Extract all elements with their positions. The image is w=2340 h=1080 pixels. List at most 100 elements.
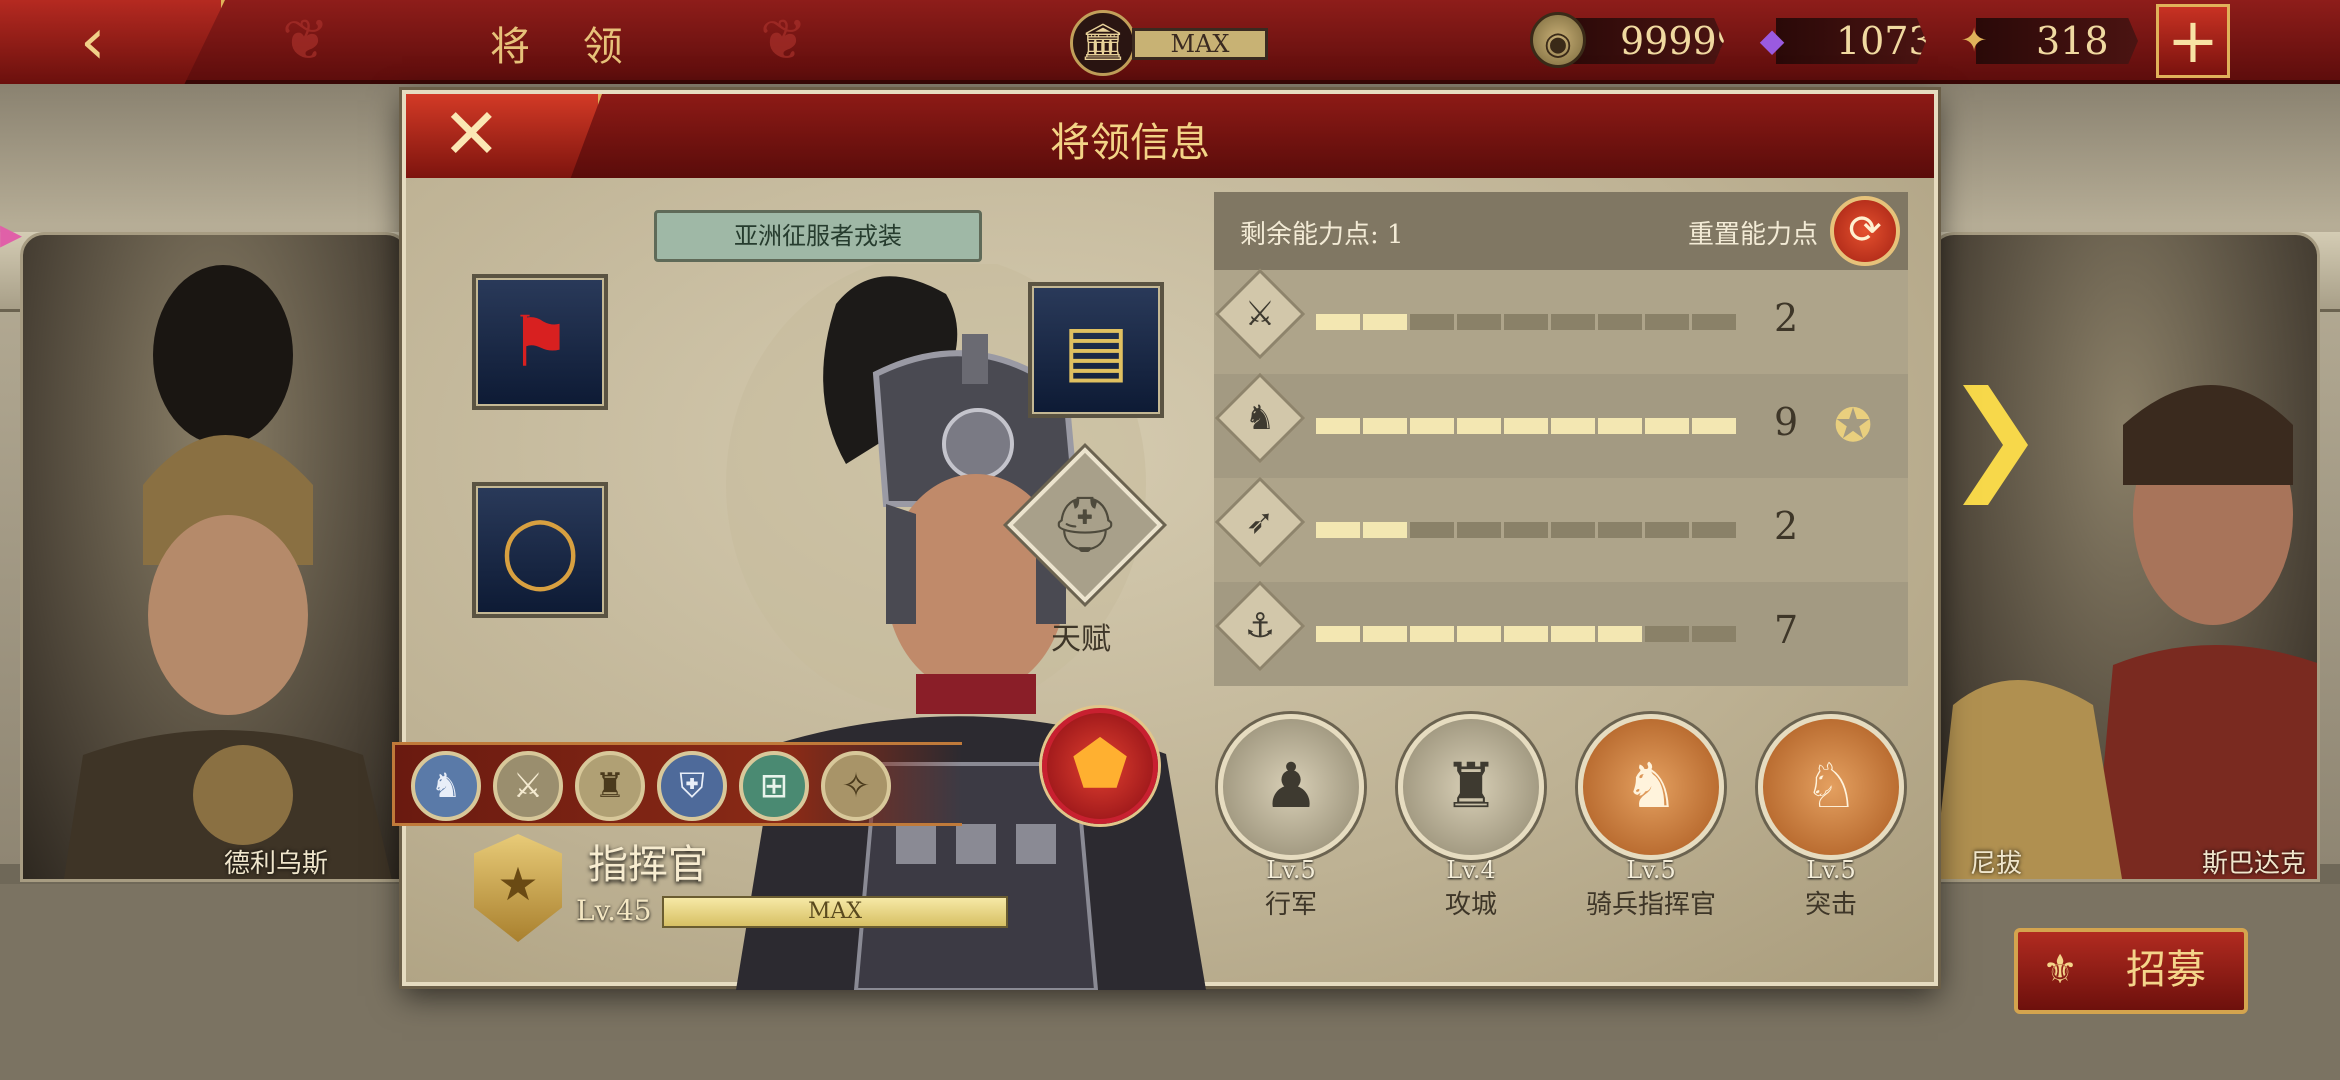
- tactic-charge-button[interactable]: ♘: [1758, 714, 1904, 860]
- page-title: 将 领: [490, 24, 643, 70]
- stat-segment: [1363, 626, 1407, 642]
- chevron-left-icon: ‹: [80, 5, 106, 79]
- stat-value: 2: [1774, 296, 1799, 340]
- stat-segment: [1692, 314, 1736, 330]
- stat-segment: [1645, 314, 1689, 330]
- banner-icon: ⚑: [508, 301, 572, 383]
- anchor-icon: ⚓: [1214, 580, 1306, 672]
- sword-icon: ⚔: [1214, 268, 1306, 360]
- gems-value: 1073: [1836, 19, 1933, 63]
- temple-icon[interactable]: 🏛: [1070, 10, 1136, 76]
- equip-slot-banner[interactable]: ⚑: [472, 274, 608, 410]
- stat-segment: [1551, 626, 1595, 642]
- stat-segment: [1316, 522, 1360, 538]
- tactic-march-button[interactable]: ♟: [1218, 714, 1364, 860]
- stat-segment: [1598, 314, 1642, 330]
- general-info-modal: ✕ 将领信息 亚洲征服者戎装 ⚑ ◯ ▤ ⛑ 天赋 ⬟ ♞ ⚔ ♜ ⛨ ⊞ ✧ …: [392, 90, 1938, 990]
- stat-segment: [1410, 418, 1454, 434]
- tactic-level: Lv.5: [1806, 856, 1856, 884]
- stat-segment: [1410, 626, 1454, 642]
- stat-segment: [1598, 626, 1642, 642]
- general-name-right-2: 斯巴达克: [2202, 849, 2307, 879]
- general-card-right[interactable]: [1930, 232, 2320, 882]
- add-resource-button[interactable]: +: [2156, 4, 2230, 78]
- tactic-name: 骑兵指挥官: [1585, 890, 1716, 920]
- tactic-name: 行军: [1264, 890, 1317, 920]
- tactic-siege-button[interactable]: ♜: [1398, 714, 1544, 860]
- stat-segment: [1504, 314, 1548, 330]
- skill-horse-icon[interactable]: ♞: [411, 751, 481, 821]
- reset-points-label: 重置能力点: [1687, 220, 1818, 250]
- skin-name-tag[interactable]: 亚洲征服者戎装: [654, 210, 982, 262]
- talent-label: 天赋: [1051, 622, 1111, 657]
- skill-icon-strip: ♞ ⚔ ♜ ⛨ ⊞ ✧: [392, 742, 962, 826]
- stat-segment: [1692, 626, 1736, 642]
- general-portrait-right: [1933, 385, 2317, 879]
- stat-segment: [1645, 418, 1689, 434]
- stat-bar: [1316, 626, 1736, 642]
- general-name-left: 德利乌斯: [224, 849, 329, 879]
- horse-icon: ♞: [1214, 372, 1306, 464]
- reset-points-button[interactable]: ⟳: [1830, 196, 1900, 266]
- stat-segment: [1457, 626, 1501, 642]
- stat-segment: [1363, 522, 1407, 538]
- laurel-left-icon: ❦: [282, 8, 329, 73]
- tactic-level: Lv.5: [1626, 856, 1676, 884]
- stat-row-cavalry: ♞ 9 ✪: [1214, 372, 1908, 478]
- stat-segment: [1598, 418, 1642, 434]
- spqr-eagle-icon: ✦: [1960, 21, 1988, 59]
- stat-segment: [1504, 418, 1548, 434]
- building-level-bar: MAX: [1132, 28, 1268, 60]
- rank-badge-icon: ★: [474, 834, 562, 942]
- general-card-left[interactable]: [20, 232, 410, 882]
- laurel-crown-icon: ◯: [500, 509, 580, 591]
- stat-segment: [1504, 522, 1548, 538]
- skill-formation-icon[interactable]: ⚔: [493, 751, 563, 821]
- skill-gate-icon[interactable]: ⊞: [739, 751, 809, 821]
- stat-value: 9: [1774, 400, 1799, 444]
- equip-slot-scroll[interactable]: ▤: [1028, 282, 1164, 418]
- modal-title: 将领信息: [1050, 120, 1210, 166]
- stat-segment: [1504, 626, 1548, 642]
- equip-slot-wreath[interactable]: ◯: [472, 482, 608, 618]
- remaining-points-label: 剩余能力点: 1: [1240, 220, 1404, 250]
- stat-row-naval: ⚓ 7: [1214, 580, 1908, 686]
- coin-icon: ◉: [1530, 12, 1586, 68]
- stat-row-infantry: ⚔ 2: [1214, 268, 1908, 374]
- stat-bar: [1316, 314, 1736, 330]
- back-button[interactable]: ‹: [0, 0, 225, 84]
- skill-fort-icon[interactable]: ♜: [575, 751, 645, 821]
- gem-socket-button[interactable]: ⬟: [1042, 708, 1158, 824]
- tactic-level: Lv.4: [1446, 856, 1496, 884]
- recruit-helmet-icon: ⚜: [2042, 947, 2078, 993]
- stat-segment: [1457, 418, 1501, 434]
- march-icon: ♟: [1263, 749, 1319, 822]
- top-bar: ‹ ❦ 将 领 ❦ 🏛 MAX 99999 ◉ 1073 ◆ 318 ✦ +: [0, 0, 2340, 84]
- general-portrait-left: [63, 265, 392, 879]
- chevron-right-icon[interactable]: [1963, 385, 2028, 505]
- helmet-icon: ⛑: [1050, 493, 1120, 556]
- recruit-label: 招募: [2126, 947, 2206, 993]
- tactic-level: Lv.5: [1266, 856, 1316, 884]
- level-label: Lv.45: [576, 894, 652, 927]
- stat-value: 7: [1774, 608, 1799, 652]
- stat-segment: [1645, 626, 1689, 642]
- skill-shield-icon[interactable]: ⛨: [657, 751, 727, 821]
- skill-compass-icon[interactable]: ✧: [821, 751, 891, 821]
- recruit-button[interactable]: ⚜ 招募: [2014, 928, 2248, 1014]
- refresh-icon: ⟳: [1848, 207, 1882, 253]
- scroll-icon: ▤: [1062, 309, 1130, 391]
- general-name-right-1: 尼拔: [1970, 849, 2023, 879]
- stat-segment: [1316, 418, 1360, 434]
- stat-segment: [1598, 522, 1642, 538]
- siege-icon: ♜: [1443, 749, 1499, 822]
- rider-icon: ♘: [1803, 749, 1859, 822]
- stat-bar: [1316, 522, 1736, 538]
- tactic-cavalry-commander-button[interactable]: ♞: [1578, 714, 1724, 860]
- stat-segment: [1316, 314, 1360, 330]
- stat-segment: [1645, 522, 1689, 538]
- stat-segment: [1551, 418, 1595, 434]
- stat-segment: [1410, 522, 1454, 538]
- bow-icon: ➶: [1214, 476, 1306, 568]
- pentagon-gem-icon: ⬟: [1072, 728, 1128, 802]
